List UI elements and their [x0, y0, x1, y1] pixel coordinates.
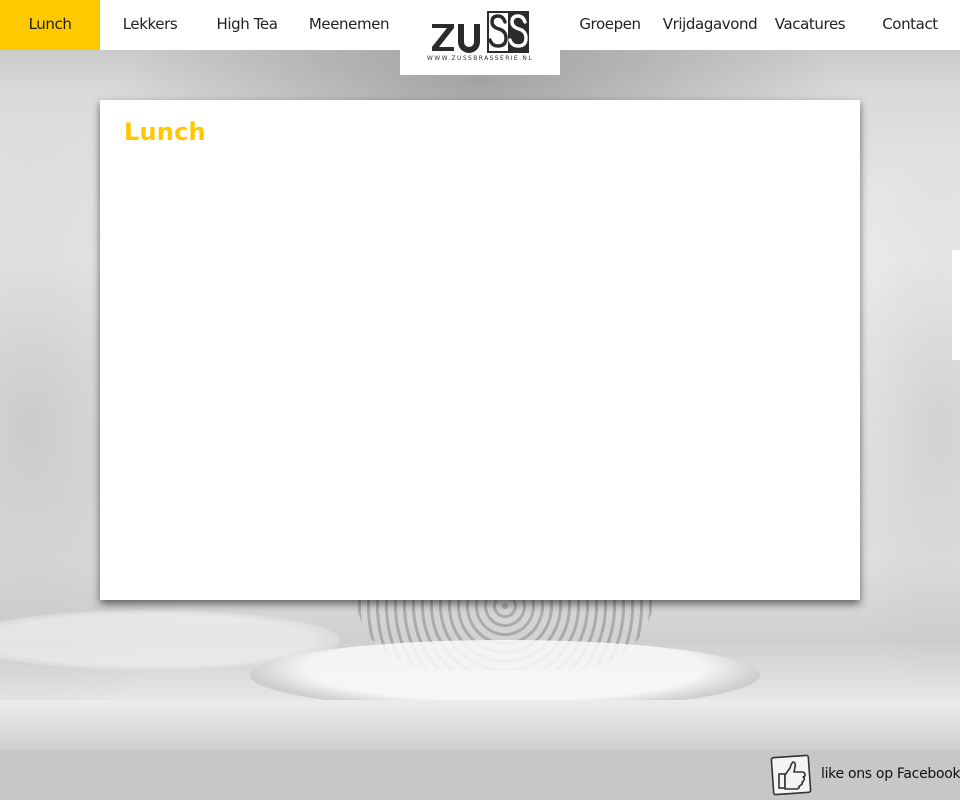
background-highlight — [952, 250, 960, 360]
nav-item-lekkers[interactable]: Lekkers — [100, 0, 200, 50]
nav-item-vrijdagavond[interactable]: Vrijdagavond — [660, 0, 760, 50]
footer: like ons op Facebook — [0, 750, 960, 800]
thumbs-up-icon — [770, 754, 812, 796]
nav-item-contact[interactable]: Contact — [860, 0, 960, 50]
logo-link[interactable]: WWW.ZUSSBRASSERIE.NL — [400, 0, 560, 75]
zuss-logo — [432, 11, 529, 53]
nav-item-lunch[interactable]: Lunch — [0, 0, 100, 50]
nav-item-vacatures[interactable]: Vacatures — [760, 0, 860, 50]
nav-item-high-tea[interactable]: High Tea — [197, 0, 297, 50]
background-tablecloth — [0, 700, 960, 750]
nav-item-meenemen[interactable]: Meenemen — [299, 0, 399, 50]
content-panel: Lunch — [100, 100, 860, 600]
logo-url-text: WWW.ZUSSBRASSERIE.NL — [426, 55, 534, 62]
page-title: Lunch — [124, 118, 206, 146]
nav-item-groepen[interactable]: Groepen — [560, 0, 660, 50]
facebook-like-label: like ons op Facebook — [821, 766, 960, 782]
